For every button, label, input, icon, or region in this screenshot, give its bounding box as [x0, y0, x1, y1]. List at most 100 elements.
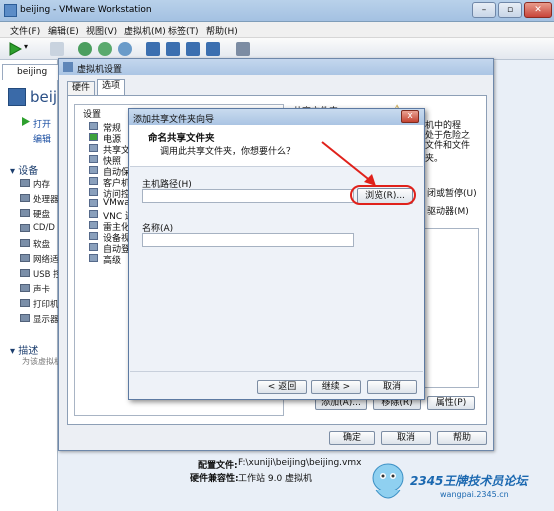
wizard-next-button[interactable]: 继续 > [311, 380, 361, 394]
device-cdrom[interactable]: CD/D [33, 223, 55, 233]
settings-titlebar: 虚拟机设置 [59, 59, 493, 75]
floppy-icon [20, 239, 30, 247]
memory-icon [20, 179, 30, 187]
menu-edit[interactable]: 编辑(E) [48, 24, 79, 37]
vm-tab-beijing[interactable]: beijing [2, 64, 62, 80]
wizard-close-button[interactable]: x [401, 110, 419, 123]
sound-icon [20, 284, 30, 292]
menu-bar: 文件(F) 编辑(E) 视图(V) 虚拟机(M) 标签(T) 帮助(H) [0, 22, 554, 38]
view-thumbnail-icon[interactable] [166, 42, 180, 56]
general-icon [89, 122, 98, 130]
edit-settings-link[interactable]: 编辑 [33, 132, 51, 145]
wizard-footer-divider [130, 371, 423, 372]
hardware-compat-value: 工作站 9.0 虚拟机 [238, 474, 313, 484]
minimize-button[interactable]: – [472, 2, 496, 18]
power-dropdown-icon[interactable]: ▾ [24, 42, 32, 56]
folder-properties-button[interactable]: 属性(P) [427, 396, 475, 410]
annotation-arrow-icon [321, 141, 376, 186]
warning-text-3: 文件和文件夹。 [425, 141, 471, 164]
autoprotect-icon [89, 166, 98, 174]
menu-tabs[interactable]: 标签(T) [168, 24, 199, 37]
wizard-title: 添加共享文件夹向导 [133, 115, 215, 125]
option-map-drive[interactable]: 驱动器(M) [427, 204, 469, 217]
settings-ok-button[interactable]: 确定 [329, 431, 375, 445]
device-sound[interactable]: 声卡 [33, 283, 50, 295]
vmware-app-icon [4, 4, 17, 17]
vm-tab-label: beijing [17, 67, 48, 77]
tab-options[interactable]: 选项 [97, 79, 125, 95]
shared-folder-icon [89, 144, 98, 152]
watermark-url: wangpai.2345.cn [440, 490, 509, 499]
suspend-icon[interactable] [50, 42, 64, 56]
device-floppy[interactable]: 软盘 [33, 238, 50, 250]
menu-vm[interactable]: 虚拟机(M) [124, 24, 166, 37]
appliance-view-icon [89, 232, 98, 240]
menu-help[interactable]: 帮助(H) [206, 24, 238, 37]
wizard-subheading: 调用此共享文件夹，你想要什么？ [160, 147, 296, 157]
view-sidebar-icon[interactable] [146, 42, 160, 56]
device-memory[interactable]: 内存 [33, 178, 50, 190]
power-on-link[interactable]: 打开 [33, 117, 51, 130]
isolation-icon [89, 177, 98, 185]
network-icon [20, 254, 30, 262]
settings-dialog-icon [63, 62, 73, 72]
harddisk-icon [20, 209, 30, 217]
cdrom-icon [20, 224, 30, 232]
tree-item-advanced[interactable]: 高级 [89, 253, 122, 266]
revert-snapshot-icon[interactable] [98, 42, 112, 56]
device-processor[interactable]: 处理器 [33, 193, 59, 205]
forum-watermark: 2345王牌技术员论坛 wangpai.2345.cn [364, 456, 554, 511]
power-on-link-icon [22, 117, 30, 129]
name-input[interactable] [142, 233, 354, 247]
autologin-icon [89, 243, 98, 251]
menu-view[interactable]: 视图(V) [86, 24, 117, 37]
console-view-icon[interactable] [236, 42, 250, 56]
watermark-text: 2345王牌技术员论坛 [410, 474, 528, 488]
tab-hardware[interactable]: 硬件 [67, 81, 95, 95]
view-unity-icon[interactable] [206, 42, 220, 56]
hardware-compat-label: 硬件兼容性: [190, 474, 239, 484]
tree-item-label: 高级 [103, 256, 122, 266]
description-header: ▾ 描述 [10, 346, 39, 357]
menu-file[interactable]: 文件(F) [10, 24, 40, 37]
config-file-value: F:\xuniji\beijing\beijing.vmx [238, 458, 362, 468]
device-harddisk[interactable]: 硬盘 [33, 208, 50, 220]
unity-icon [89, 221, 98, 229]
view-fullscreen-icon[interactable] [186, 42, 200, 56]
devices-header-label: 设备 [18, 166, 39, 177]
wizard-titlebar: 添加共享文件夹向导 [129, 109, 424, 125]
vnc-icon [89, 210, 98, 218]
power-icon [89, 133, 98, 141]
device-display[interactable]: 显示器 [33, 313, 59, 325]
maximize-button[interactable]: ▫ [498, 2, 522, 18]
device-printer[interactable]: 打印机 [33, 298, 59, 310]
vm-icon [8, 88, 26, 106]
access-control-icon [89, 188, 98, 196]
config-file-label: 配置文件: [198, 461, 238, 471]
vm-name-title: beij [30, 88, 58, 106]
toolbar: ▾ [0, 38, 554, 60]
wizard-back-button[interactable]: < 返回 [257, 380, 307, 394]
power-on-icon[interactable] [8, 42, 23, 56]
settings-cancel-button[interactable]: 取消 [381, 431, 431, 445]
usb-icon [20, 269, 30, 277]
tree-header: 设置 [83, 110, 102, 120]
display-icon [20, 314, 30, 322]
option-until-poweroff[interactable]: 闭或暂停(U) [427, 186, 477, 199]
processor-icon [20, 194, 30, 202]
advanced-icon [89, 254, 98, 262]
close-button[interactable]: ✕ [524, 2, 552, 18]
settings-help-button[interactable]: 帮助 [437, 431, 487, 445]
mascot-icon [372, 463, 404, 499]
devices-header: ▾ 设备 [10, 166, 39, 177]
vmware-tools-icon [89, 199, 98, 207]
printer-icon [20, 299, 30, 307]
window-title: beijing - VMware Workstation [20, 5, 152, 15]
settings-title: 虚拟机设置 [77, 65, 123, 75]
window-titlebar: beijing - VMware Workstation – ▫ ✕ [0, 0, 554, 22]
device-network[interactable]: 网络适 [33, 253, 59, 265]
snapshot-tree-icon [89, 155, 98, 163]
wizard-cancel-button[interactable]: 取消 [367, 380, 417, 394]
snapshot-manager-icon[interactable] [118, 42, 132, 56]
snapshot-icon[interactable] [78, 42, 92, 56]
